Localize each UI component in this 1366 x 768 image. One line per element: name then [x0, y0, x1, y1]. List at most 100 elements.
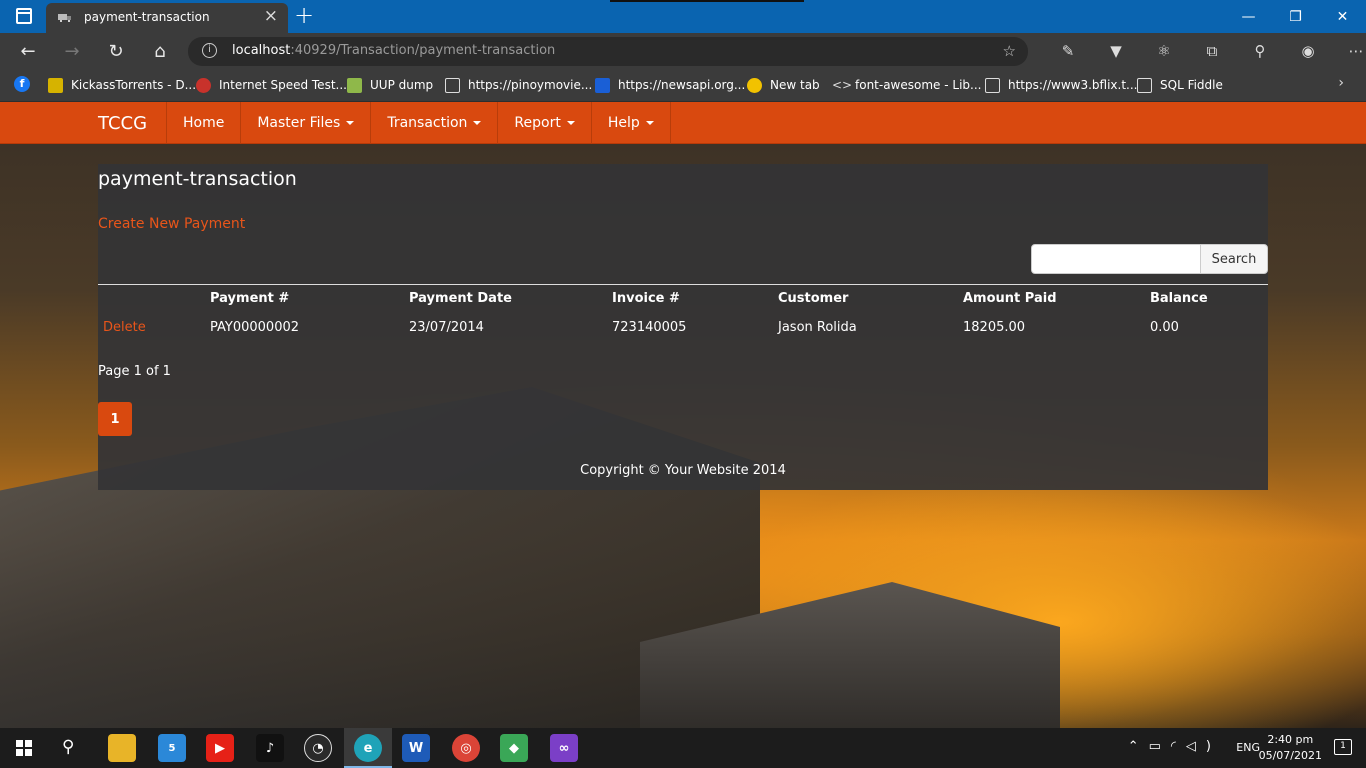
- app-badge: 5: [168, 742, 176, 754]
- url-field[interactable]: i localhost:40929/Transaction/payment-tr…: [188, 37, 1028, 66]
- search-input[interactable]: [1031, 244, 1201, 274]
- bookmark-item[interactable]: https://newsapi.org...: [595, 76, 745, 94]
- delete-link[interactable]: Delete: [103, 320, 146, 335]
- bookmark-item[interactable]: Internet Speed Test...: [196, 76, 347, 94]
- visual-studio-icon[interactable]: ∞: [550, 734, 578, 762]
- edge-icon[interactable]: e: [354, 734, 382, 762]
- new-tab-icon[interactable]: +: [294, 1, 314, 29]
- newsapi-icon: [595, 77, 610, 93]
- column-header-payment-no[interactable]: Payment #: [210, 291, 289, 306]
- bookmark-label: https://pinoymovie...: [468, 78, 593, 92]
- site-info-icon[interactable]: i: [202, 43, 217, 58]
- nav-label: Transaction: [387, 115, 468, 131]
- nav-home[interactable]: Home: [167, 102, 242, 144]
- restore-icon[interactable]: ❐: [1272, 0, 1319, 33]
- nav-label: Home: [183, 115, 225, 131]
- extension-icons: ✎ ▼ ⚛ ⧉ ⚲ ◉ ⋯: [1044, 39, 1366, 63]
- back-icon[interactable]: ←: [16, 39, 40, 63]
- tray-icons[interactable]: ⌃▭◜◁): [1128, 739, 1221, 754]
- tab-close-icon[interactable]: ×: [264, 6, 278, 26]
- page-icon: [1137, 77, 1152, 93]
- nav-menu: Home Master Files Transaction Report Hel…: [166, 102, 671, 144]
- add-favorite-icon[interactable]: ☆: [1003, 42, 1016, 60]
- pen-extension-icon[interactable]: ✎: [1044, 39, 1092, 63]
- clock[interactable]: 2:40 pm 05/07/2021: [1259, 732, 1322, 764]
- nav-help[interactable]: Help: [592, 102, 671, 144]
- caret-down-icon: [473, 121, 482, 125]
- windows-start-icon[interactable]: [16, 740, 32, 756]
- facebook-bookmark-icon[interactable]: f: [14, 76, 30, 92]
- column-header-balance[interactable]: Balance: [1150, 291, 1208, 306]
- vuejs-extension-icon[interactable]: ▼: [1092, 39, 1140, 63]
- uup-icon: [347, 77, 362, 93]
- caret-down-icon: [645, 121, 654, 125]
- emoji-icon: [747, 77, 762, 93]
- window-menu-icon[interactable]: [16, 8, 32, 24]
- column-header-amount-paid[interactable]: Amount Paid: [963, 291, 1057, 306]
- sourcetree-icon[interactable]: ◆: [500, 734, 528, 762]
- bookmark-item[interactable]: SQL Fiddle: [1137, 76, 1223, 94]
- cell-balance: 0.00: [1150, 320, 1179, 335]
- file-explorer-icon[interactable]: [108, 734, 136, 762]
- column-header-payment-date[interactable]: Payment Date: [409, 291, 512, 306]
- nav-label: Master Files: [257, 115, 341, 131]
- footer-copyright: Copyright © Your Website 2014: [580, 463, 786, 478]
- refresh-icon[interactable]: ↻: [104, 39, 128, 63]
- more-menu-icon[interactable]: ⋯: [1332, 39, 1366, 63]
- search-button[interactable]: Search: [1200, 244, 1268, 274]
- forward-icon[interactable]: →: [60, 39, 84, 63]
- share-icon[interactable]: ⚲: [1236, 39, 1284, 63]
- clock-time: 2:40 pm: [1267, 733, 1314, 746]
- truck-favicon-icon: [58, 14, 71, 22]
- windows-taskbar: ⚲ 5 ▶ ♪ ◔ e W ◎ ◆ ∞ ⌃▭◜◁) ENG 2:40 pm 05/…: [0, 728, 1366, 768]
- brand-logo[interactable]: TCCG: [98, 113, 147, 134]
- profile-avatar-icon[interactable]: ◉: [1284, 39, 1332, 63]
- notification-icon[interactable]: 1: [1334, 739, 1352, 755]
- bookmark-label: KickassTorrents - D...: [71, 78, 197, 92]
- cell-invoice-no: 723140005: [612, 320, 687, 335]
- caret-down-icon: [346, 121, 355, 125]
- column-header-customer[interactable]: Customer: [778, 291, 848, 306]
- bookmark-item[interactable]: UUP dump: [347, 76, 433, 94]
- nav-report[interactable]: Report: [498, 102, 592, 144]
- web-page: TCCG Home Master Files Transaction Repor…: [0, 102, 1366, 728]
- nav-label: Help: [607, 115, 640, 131]
- page-icon: [445, 77, 460, 93]
- tiktok-icon[interactable]: ♪: [256, 734, 284, 762]
- home-icon[interactable]: ⌂: [148, 39, 172, 63]
- speedometer-icon[interactable]: ◔: [304, 734, 332, 762]
- clock-date: 05/07/2021: [1258, 749, 1322, 762]
- bookmark-label: UUP dump: [370, 78, 434, 92]
- bookmark-item[interactable]: New tab: [747, 76, 820, 94]
- bookmark-item[interactable]: https://www3.bflix.t...: [985, 76, 1137, 94]
- bookmark-item[interactable]: KickassTorrents - D...: [48, 76, 196, 94]
- bookmarks-bar: KickassTorrents - D... Internet Speed Te…: [0, 69, 1366, 102]
- react-extension-icon[interactable]: ⚛: [1140, 39, 1188, 63]
- nav-master-files[interactable]: Master Files: [241, 102, 372, 144]
- url-host: localhost: [232, 43, 291, 58]
- word-icon[interactable]: W: [402, 734, 430, 762]
- pagination-page-1[interactable]: 1: [98, 402, 132, 436]
- language-indicator[interactable]: ENG: [1236, 741, 1260, 754]
- cell-payment-date: 23/07/2014: [409, 320, 484, 335]
- notes-app-icon[interactable]: 5: [158, 734, 186, 762]
- youtube-icon[interactable]: ▶: [206, 734, 234, 762]
- bookmark-item[interactable]: https://pinoymovie...: [445, 76, 592, 94]
- nav-transaction[interactable]: Transaction: [371, 102, 499, 144]
- kickass-icon: [48, 77, 63, 93]
- create-new-payment-link[interactable]: Create New Payment: [98, 216, 245, 232]
- browser-tab[interactable]: payment-transaction ×: [46, 3, 288, 33]
- minimize-icon[interactable]: —: [1225, 0, 1272, 33]
- code-icon: <>: [832, 77, 853, 92]
- url-text: localhost:40929/Transaction/payment-tran…: [232, 43, 555, 58]
- collections-icon[interactable]: ⧉: [1188, 39, 1236, 63]
- chrome-icon[interactable]: ◎: [452, 734, 480, 762]
- column-header-invoice-no[interactable]: Invoice #: [612, 291, 680, 306]
- search-taskbar-icon[interactable]: ⚲: [62, 737, 74, 757]
- pagination-info: Page 1 of 1: [98, 364, 171, 379]
- titlebar-accent: [610, 0, 804, 2]
- bookmark-item[interactable]: <> font-awesome - Lib...: [832, 76, 981, 94]
- url-path: :40929/Transaction/payment-transaction: [290, 43, 556, 58]
- close-window-icon[interactable]: ✕: [1319, 0, 1366, 33]
- chevron-right-icon[interactable]: ›: [1338, 75, 1344, 91]
